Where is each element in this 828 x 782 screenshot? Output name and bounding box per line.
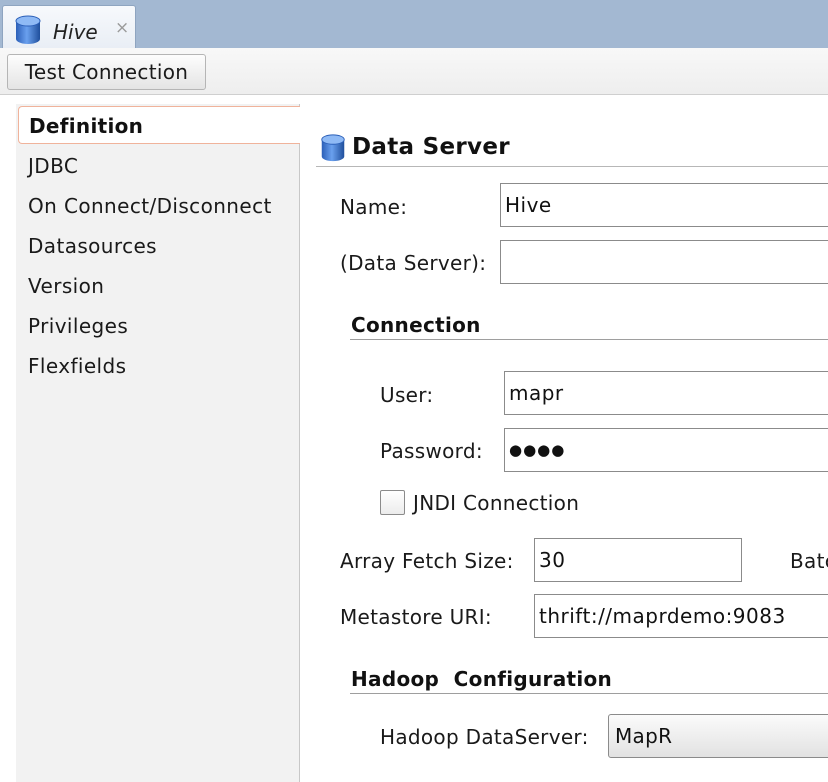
- nav-item-on-connect-disconnect[interactable]: On Connect/Disconnect: [28, 194, 272, 218]
- hadoop-dataserver-select[interactable]: MapR: [608, 714, 828, 758]
- name-label: Name:: [340, 195, 408, 219]
- hadoop-configuration-divider: [350, 693, 828, 694]
- database-icon: [13, 14, 43, 50]
- database-icon: [318, 133, 348, 167]
- nav-item-definition[interactable]: Definition: [18, 106, 300, 144]
- name-field[interactable]: Hive: [500, 183, 828, 227]
- metastore-uri-field[interactable]: thrift://maprdemo:9083: [534, 594, 828, 638]
- nav-item-jdbc[interactable]: JDBC: [28, 154, 78, 178]
- nav-item-flexfields[interactable]: Flexfields: [28, 354, 126, 378]
- array-fetch-size-field[interactable]: 30: [534, 538, 742, 582]
- password-label: Password:: [380, 439, 483, 463]
- hadoop-dataserver-label: Hadoop DataServer:: [380, 725, 589, 749]
- nav-item-privileges[interactable]: Privileges: [28, 314, 128, 338]
- connection-divider: [350, 339, 828, 340]
- password-field[interactable]: ●●●●: [504, 428, 828, 472]
- hadoop-configuration-heading: Hadoop Configuration: [351, 667, 613, 691]
- nav-item-label: Definition: [29, 114, 144, 138]
- section-title: Data Server: [352, 134, 510, 160]
- close-icon[interactable]: ×: [115, 18, 129, 38]
- user-label: User:: [380, 383, 434, 407]
- data-server-field[interactable]: [500, 240, 828, 284]
- nav-item-version[interactable]: Version: [28, 274, 104, 298]
- user-field[interactable]: mapr: [504, 371, 828, 415]
- jndi-connection-checkbox[interactable]: [380, 490, 405, 515]
- test-connection-button[interactable]: Test Connection: [7, 54, 206, 90]
- document-tab-label: Hive: [53, 20, 98, 44]
- connection-heading: Connection: [351, 313, 481, 337]
- metastore-uri-label: Metastore URI:: [340, 605, 492, 629]
- left-navigation-panel: JDBC On Connect/Disconnect Datasources V…: [16, 104, 300, 782]
- batch-update-size-label: Batc: [790, 549, 828, 573]
- nav-item-datasources[interactable]: Datasources: [28, 234, 157, 258]
- array-fetch-size-label: Array Fetch Size:: [340, 549, 514, 573]
- toolbar: Test Connection: [0, 48, 828, 95]
- jndi-connection-label: JNDI Connection: [413, 491, 580, 515]
- section-divider: [316, 166, 828, 167]
- document-tab-hive[interactable]: Hive ×: [2, 5, 136, 48]
- data-server-label: (Data Server):: [340, 251, 487, 275]
